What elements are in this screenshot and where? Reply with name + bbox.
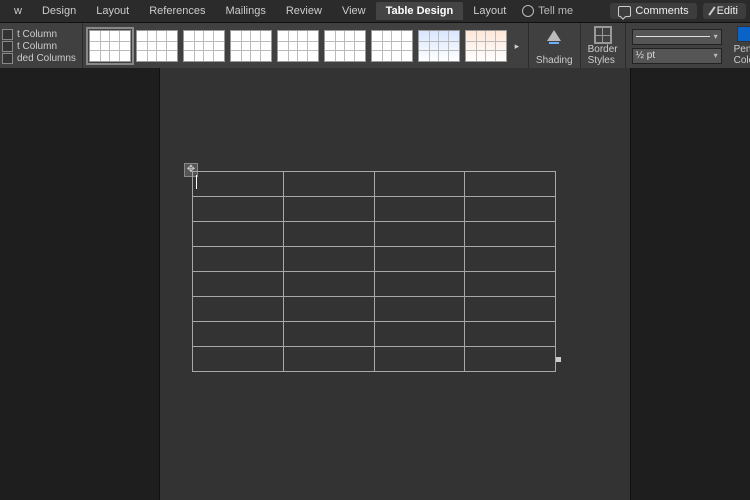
table-style-1[interactable] bbox=[89, 30, 131, 62]
table-cell[interactable] bbox=[374, 297, 465, 322]
border-weight-value: ½ pt bbox=[636, 50, 655, 61]
shading-button[interactable]: Shading bbox=[529, 23, 581, 69]
tab-mailings[interactable]: Mailings bbox=[216, 2, 276, 20]
table-cell[interactable] bbox=[465, 297, 556, 322]
table-cell[interactable] bbox=[283, 247, 374, 272]
table-cell[interactable] bbox=[374, 347, 465, 372]
more-styles-button[interactable]: ▸ bbox=[512, 31, 522, 61]
editing-button[interactable]: Editi bbox=[703, 3, 746, 19]
table-row bbox=[193, 297, 556, 322]
pen-color-button[interactable]: Pen Color bbox=[728, 23, 750, 69]
table-cell[interactable] bbox=[193, 172, 284, 197]
table-style-9[interactable] bbox=[465, 30, 507, 62]
table-row bbox=[193, 172, 556, 197]
table-row bbox=[193, 247, 556, 272]
ribbon-toolbar: t Column t Column ded Columns ▸ Shading … bbox=[0, 23, 750, 70]
border-options: ▾ ½ pt ▾ bbox=[626, 23, 728, 69]
chevron-down-icon: ▾ bbox=[714, 32, 718, 41]
lightbulb-icon bbox=[522, 5, 534, 17]
table-cell[interactable] bbox=[374, 172, 465, 197]
border-styles-icon bbox=[594, 26, 612, 44]
tab-references[interactable]: References bbox=[139, 2, 215, 20]
table-cell[interactable] bbox=[283, 172, 374, 197]
option-first-column[interactable]: t Column bbox=[2, 29, 76, 40]
table-cell[interactable] bbox=[193, 322, 284, 347]
table-row bbox=[193, 322, 556, 347]
table-cell[interactable] bbox=[374, 222, 465, 247]
paint-bucket-icon bbox=[547, 30, 561, 41]
table-style-8[interactable] bbox=[418, 30, 460, 62]
table-cell[interactable] bbox=[283, 297, 374, 322]
table-cell[interactable] bbox=[465, 347, 556, 372]
table-style-options: t Column t Column ded Columns bbox=[0, 23, 83, 69]
table-style-7[interactable] bbox=[371, 30, 413, 62]
pen-color-swatch-icon bbox=[737, 26, 750, 42]
table-cell[interactable] bbox=[193, 272, 284, 297]
comment-icon bbox=[618, 6, 631, 17]
table-style-4[interactable] bbox=[230, 30, 272, 62]
document-table[interactable] bbox=[192, 171, 556, 372]
chevron-down-icon: ▾ bbox=[714, 51, 718, 60]
table-cell[interactable] bbox=[193, 222, 284, 247]
table-resize-handle[interactable] bbox=[556, 357, 561, 362]
table-cell[interactable] bbox=[374, 272, 465, 297]
option-last-column[interactable]: t Column bbox=[2, 41, 76, 52]
comments-button[interactable]: Comments bbox=[610, 3, 696, 19]
table-style-3[interactable] bbox=[183, 30, 225, 62]
shading-label: Shading bbox=[536, 55, 573, 66]
tab-table-design[interactable]: Table Design bbox=[376, 2, 464, 20]
table-style-6[interactable] bbox=[324, 30, 366, 62]
table-cell[interactable] bbox=[193, 247, 284, 272]
tab-review[interactable]: Review bbox=[276, 2, 332, 20]
table-cell[interactable] bbox=[283, 322, 374, 347]
border-styles-label: Border Styles bbox=[588, 45, 618, 66]
comments-label: Comments bbox=[635, 5, 688, 17]
tell-me-label: Tell me bbox=[538, 5, 573, 17]
border-weight-select[interactable]: ½ pt ▾ bbox=[632, 48, 722, 64]
pencil-icon bbox=[708, 6, 715, 15]
table-style-2[interactable] bbox=[136, 30, 178, 62]
table-cell[interactable] bbox=[465, 322, 556, 347]
tell-me-search[interactable]: Tell me bbox=[522, 5, 573, 17]
table-row bbox=[193, 347, 556, 372]
tab-view[interactable]: View bbox=[332, 2, 376, 20]
ribbon-tab-bar: w Design Layout References Mailings Revi… bbox=[0, 0, 750, 23]
table-row bbox=[193, 197, 556, 222]
table-cell[interactable] bbox=[193, 347, 284, 372]
table-style-5[interactable] bbox=[277, 30, 319, 62]
checkbox-icon bbox=[2, 41, 13, 52]
table-row bbox=[193, 222, 556, 247]
checkbox-icon bbox=[2, 53, 13, 64]
table-cell[interactable] bbox=[374, 322, 465, 347]
tab-draw[interactable]: w bbox=[4, 2, 32, 20]
table-styles-gallery: ▸ bbox=[83, 23, 529, 69]
table-cell[interactable] bbox=[465, 172, 556, 197]
table-cell[interactable] bbox=[465, 197, 556, 222]
table-cell[interactable] bbox=[374, 247, 465, 272]
table-cell[interactable] bbox=[374, 197, 465, 222]
table-cell[interactable] bbox=[283, 272, 374, 297]
table-cell[interactable] bbox=[193, 197, 284, 222]
table-cell[interactable] bbox=[465, 272, 556, 297]
tab-design[interactable]: Design bbox=[32, 2, 86, 20]
text-cursor bbox=[196, 175, 197, 189]
table-cell[interactable] bbox=[193, 297, 284, 322]
tab-layout[interactable]: Layout bbox=[86, 2, 139, 20]
table-cell[interactable] bbox=[283, 347, 374, 372]
table-cell[interactable] bbox=[465, 247, 556, 272]
table-cell[interactable] bbox=[283, 197, 374, 222]
option-banded-columns[interactable]: ded Columns bbox=[2, 53, 76, 64]
tab-layout-2[interactable]: Layout bbox=[463, 2, 516, 20]
pen-color-label: Pen Color bbox=[734, 45, 750, 66]
table-cell[interactable] bbox=[283, 222, 374, 247]
table-row bbox=[193, 272, 556, 297]
table-cell[interactable] bbox=[465, 222, 556, 247]
border-styles-button[interactable]: Border Styles bbox=[581, 23, 626, 69]
editing-label: Editi bbox=[717, 5, 738, 17]
document-area: ✥ bbox=[0, 68, 750, 500]
border-line-style-select[interactable]: ▾ bbox=[632, 29, 722, 45]
checkbox-icon bbox=[2, 29, 13, 40]
